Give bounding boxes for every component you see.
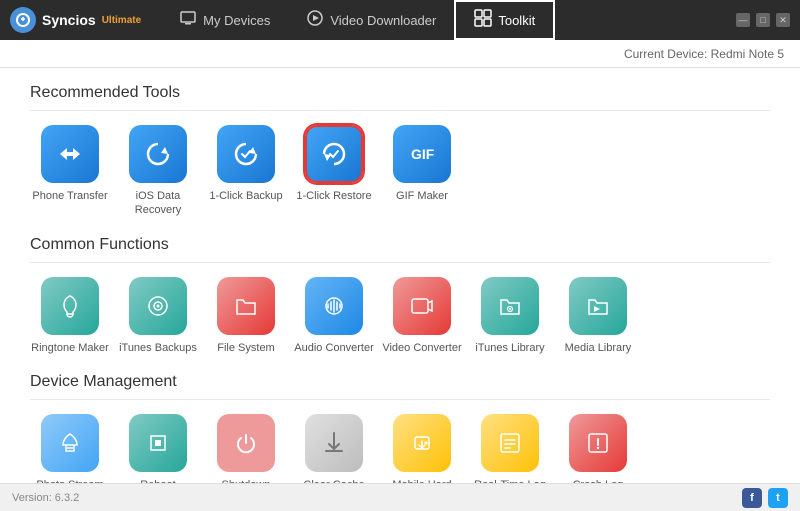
version-label: Version: 6.3.2 xyxy=(12,492,79,504)
app-name-label: Syncios xyxy=(42,12,96,28)
tool-photo-stream[interactable]: Photo Stream xyxy=(30,414,110,483)
twitter-button[interactable]: t xyxy=(768,488,788,508)
media-lib-icon-wrap xyxy=(569,277,627,335)
tool-gif-maker[interactable]: GIF GIF Maker xyxy=(382,125,462,218)
my-devices-label: My Devices xyxy=(203,13,270,28)
tool-ringtone-maker[interactable]: Ringtone Maker xyxy=(30,277,110,355)
realtime-log-label: Real-Time Log xyxy=(474,478,546,483)
ios-recovery-label: iOS Data Recovery xyxy=(118,189,198,218)
tool-video-converter[interactable]: Video Converter xyxy=(382,277,462,355)
crash-log-icon-wrap xyxy=(569,414,627,472)
tool-phone-transfer[interactable]: Phone Transfer xyxy=(30,125,110,218)
audio-icon-wrap xyxy=(305,277,363,335)
close-button[interactable]: ✕ xyxy=(776,13,790,27)
itunes-backup-label: iTunes Backups xyxy=(119,341,197,355)
recommended-section: Recommended Tools Phone Transfer xyxy=(30,84,770,218)
media-lib-label: Media Library xyxy=(565,341,632,355)
restore-label: 1-Click Restore xyxy=(296,189,371,203)
photo-stream-label: Photo Stream xyxy=(36,478,103,483)
tool-reboot[interactable]: Reboot xyxy=(118,414,198,483)
gif-maker-icon-wrap: GIF xyxy=(393,125,451,183)
clear-cache-icon-wrap xyxy=(305,414,363,472)
app-edition-label: Ultimate xyxy=(102,15,141,26)
common-tools-grid: Ringtone Maker iTunes Backups xyxy=(30,277,770,355)
tool-itunes-library[interactable]: iTunes Library xyxy=(470,277,550,355)
audio-label: Audio Converter xyxy=(294,341,374,355)
tool-ios-recovery[interactable]: iOS Data Recovery xyxy=(118,125,198,218)
tool-itunes-backups[interactable]: iTunes Backups xyxy=(118,277,198,355)
app-logo: Syncios Ultimate xyxy=(10,7,141,33)
file-system-label: File System xyxy=(217,341,274,355)
tool-realtime-log[interactable]: Real-Time Log xyxy=(470,414,550,483)
device-section: Device Management Photo Stream xyxy=(30,373,770,483)
backup-icon-wrap xyxy=(217,125,275,183)
shutdown-icon-wrap xyxy=(217,414,275,472)
common-title: Common Functions xyxy=(30,236,770,263)
recommended-title: Recommended Tools xyxy=(30,84,770,111)
backup-label: 1-Click Backup xyxy=(209,189,282,203)
shutdown-label: Shutdown xyxy=(222,478,271,483)
itunes-lib-label: iTunes Library xyxy=(475,341,544,355)
social-icons: f t xyxy=(742,488,788,508)
minimize-button[interactable]: — xyxy=(736,13,750,27)
maximize-button[interactable]: □ xyxy=(756,13,770,27)
reboot-label: Reboot xyxy=(140,478,175,483)
my-devices-icon xyxy=(179,9,197,32)
restore-icon-wrap xyxy=(305,125,363,183)
titlebar: Syncios Ultimate My Devices Video Downlo… xyxy=(0,0,800,40)
tool-shutdown[interactable]: Shutdown xyxy=(206,414,286,483)
main-content: Recommended Tools Phone Transfer xyxy=(0,68,800,483)
ringtone-label: Ringtone Maker xyxy=(31,341,109,355)
toolkit-label: Toolkit xyxy=(498,13,535,28)
tool-mobile-hdd[interactable]: Mobile Hard Disk xyxy=(382,414,462,483)
tab-my-devices[interactable]: My Devices xyxy=(161,0,288,40)
video-icon-wrap xyxy=(393,277,451,335)
tool-1click-restore[interactable]: 1-Click Restore xyxy=(294,125,374,218)
gif-maker-label: GIF Maker xyxy=(396,189,448,203)
tool-audio-converter[interactable]: Audio Converter xyxy=(294,277,374,355)
current-device-label: Current Device: Redmi Note 5 xyxy=(624,47,784,61)
video-downloader-icon xyxy=(306,9,324,32)
ringtone-icon-wrap xyxy=(41,277,99,335)
crash-log-label: Crash Log xyxy=(573,478,624,483)
clear-cache-label: Clear Cache xyxy=(303,478,364,483)
itunes-backup-icon-wrap xyxy=(129,277,187,335)
ios-recovery-icon-wrap xyxy=(129,125,187,183)
mobile-hdd-label: Mobile Hard Disk xyxy=(382,478,462,483)
window-controls: — □ ✕ xyxy=(736,13,790,27)
nav-tabs: My Devices Video Downloader xyxy=(161,0,736,40)
subheader: Current Device: Redmi Note 5 xyxy=(0,40,800,68)
tool-file-system[interactable]: File System xyxy=(206,277,286,355)
logo-icon xyxy=(10,7,36,33)
svg-text:GIF: GIF xyxy=(411,146,435,162)
tool-crash-log[interactable]: Crash Log xyxy=(558,414,638,483)
toolkit-icon xyxy=(474,9,492,32)
video-downloader-label: Video Downloader xyxy=(330,13,436,28)
video-label: Video Converter xyxy=(382,341,461,355)
realtime-log-icon-wrap xyxy=(481,414,539,472)
recommended-tools-grid: Phone Transfer iOS Data Recovery xyxy=(30,125,770,218)
phone-transfer-icon-wrap xyxy=(41,125,99,183)
common-section: Common Functions Ringtone Maker xyxy=(30,236,770,355)
itunes-lib-icon-wrap xyxy=(481,277,539,335)
mobile-hdd-icon-wrap xyxy=(393,414,451,472)
bottombar: Version: 6.3.2 f t xyxy=(0,483,800,511)
facebook-button[interactable]: f xyxy=(742,488,762,508)
file-system-icon-wrap xyxy=(217,277,275,335)
device-tools-grid: Photo Stream Reboot xyxy=(30,414,770,483)
tab-video-downloader[interactable]: Video Downloader xyxy=(288,0,454,40)
photo-stream-icon-wrap xyxy=(41,414,99,472)
device-title: Device Management xyxy=(30,373,770,400)
tool-media-library[interactable]: Media Library xyxy=(558,277,638,355)
tab-toolkit[interactable]: Toolkit xyxy=(454,0,555,40)
reboot-icon-wrap xyxy=(129,414,187,472)
tool-1click-backup[interactable]: 1-Click Backup xyxy=(206,125,286,218)
tool-clear-cache[interactable]: Clear Cache xyxy=(294,414,374,483)
phone-transfer-label: Phone Transfer xyxy=(32,189,107,203)
